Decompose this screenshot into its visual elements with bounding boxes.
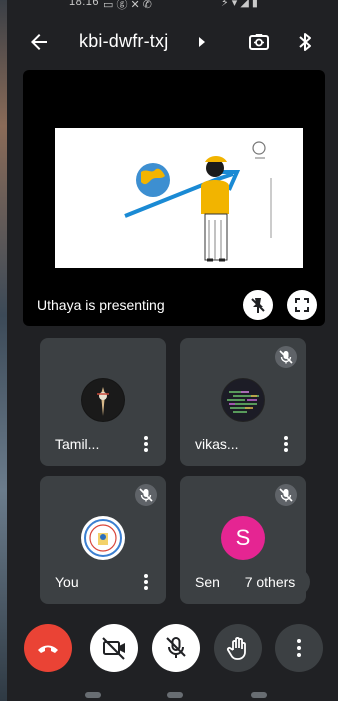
background-edge <box>0 0 7 701</box>
call-end-icon <box>38 645 58 653</box>
avatar-initial: S <box>235 525 251 550</box>
participant-tile[interactable]: vikas... <box>180 338 306 466</box>
more-vert-icon[interactable] <box>138 572 154 592</box>
nav-recents[interactable] <box>85 692 101 698</box>
avatar <box>221 378 265 422</box>
pin-off-icon <box>251 298 265 313</box>
mic-off-icon <box>275 346 297 368</box>
end-call-button[interactable] <box>24 624 72 672</box>
presenting-label: Uthaya is presenting <box>37 297 165 313</box>
top-bar: kbi-dwfr-txj <box>7 26 338 62</box>
nav-home[interactable] <box>167 692 183 698</box>
status-system-icons: ⚡ ▾ ◢ ▮ <box>221 0 258 9</box>
fullscreen-icon <box>295 298 309 312</box>
camera-toggle-button[interactable] <box>90 624 138 672</box>
avatar <box>81 378 125 422</box>
slide-illustration <box>124 141 272 262</box>
mic-off-icon <box>166 637 186 658</box>
participant-tile[interactable]: You <box>40 476 166 604</box>
meet-app: 18:16 ▭ ⓖ ✕ ✆ ⚡ ▾ ◢ ▮ kbi-dwfr-txj Uthay… <box>7 0 338 701</box>
arrow-back-icon[interactable] <box>27 30 51 54</box>
others-chip[interactable]: 7 others <box>230 568 310 596</box>
videocam-off-icon <box>102 637 125 660</box>
participant-name: Sen <box>195 574 220 590</box>
presentation-tile[interactable]: Uthaya is presenting <box>23 70 325 326</box>
profile-image <box>82 379 124 421</box>
meeting-code[interactable]: kbi-dwfr-txj <box>79 31 168 52</box>
mic-off-icon <box>135 484 157 506</box>
mic-off-icon <box>275 484 297 506</box>
system-nav-bar <box>7 690 338 701</box>
more-vert-icon <box>297 639 301 657</box>
more-vert-icon[interactable] <box>278 434 294 454</box>
hand-icon <box>226 637 246 660</box>
call-controls <box>7 620 338 676</box>
profile-image <box>222 379 264 421</box>
participant-name: Tamil... <box>55 436 100 452</box>
shared-slide <box>55 128 303 268</box>
participant-name: You <box>55 574 79 590</box>
mic-toggle-button[interactable] <box>152 624 200 672</box>
unpin-button[interactable] <box>243 290 273 320</box>
participant-tile[interactable]: Tamil... <box>40 338 166 466</box>
more-vert-icon[interactable] <box>138 434 154 454</box>
switch-camera-icon[interactable] <box>247 30 271 54</box>
avatar <box>81 516 125 560</box>
more-options-button[interactable] <box>275 624 323 672</box>
status-bar: 18:16 ▭ ⓖ ✕ ✆ ⚡ ▾ ◢ ▮ <box>7 0 338 14</box>
participant-name: vikas... <box>195 436 239 452</box>
status-time: 18:16 <box>69 0 100 8</box>
raise-hand-button[interactable] <box>214 624 262 672</box>
fullscreen-button[interactable] <box>287 290 317 320</box>
avatar: S <box>221 516 265 560</box>
bluetooth-icon[interactable] <box>295 30 315 54</box>
nav-back[interactable] <box>251 692 267 698</box>
chevron-right-icon[interactable] <box>197 36 207 48</box>
profile-image <box>82 517 124 559</box>
status-notification-icons: ▭ ⓖ ✕ ✆ <box>103 0 152 11</box>
